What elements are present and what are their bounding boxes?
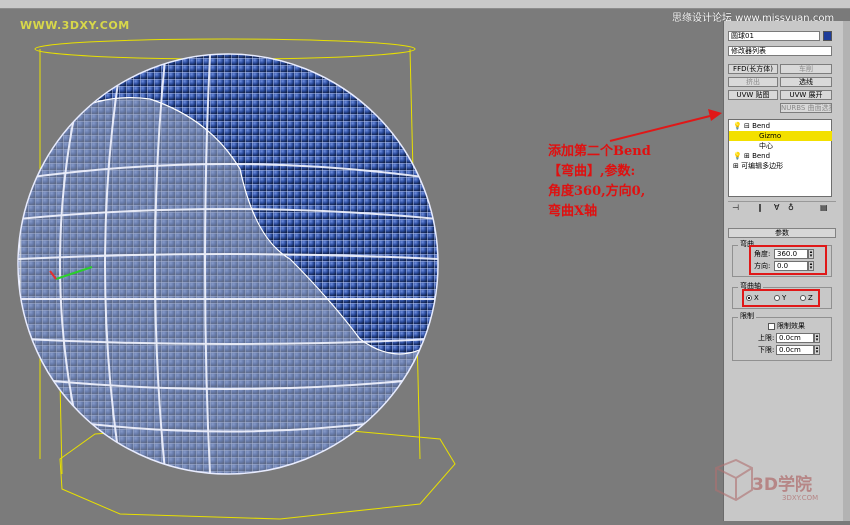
lathe-button[interactable]: 车削 xyxy=(780,64,832,74)
object-name-field[interactable]: 圆球01 xyxy=(728,31,820,41)
uvw-unwrap-button[interactable]: UVW 展开 xyxy=(780,90,832,100)
edge-select-button[interactable]: 选线 xyxy=(780,77,832,87)
extrude-button[interactable]: 挤出 xyxy=(728,77,778,87)
stack-item-bend-top[interactable]: 💡 ⊟ Bend xyxy=(729,121,832,131)
pin-stack-icon[interactable]: ⊣ xyxy=(732,203,739,212)
perspective-viewport[interactable]: WWW.3DXY.COM xyxy=(0,9,723,525)
stack-item-gizmo[interactable]: Gizmo xyxy=(729,131,832,141)
stack-item-center[interactable]: 中心 xyxy=(729,141,832,151)
light-bulb-icon[interactable]: 💡 xyxy=(733,152,742,160)
stack-item-editable-poly[interactable]: ⊞ 可编辑多边形 xyxy=(729,161,832,171)
checkbox-box xyxy=(768,322,775,330)
stack-expand-icon[interactable]: ⊞ xyxy=(744,152,750,160)
stack-item-label: Bend xyxy=(752,152,771,160)
annotation-line: 角度360,方向0, xyxy=(548,184,646,199)
panel-scrollbar[interactable] xyxy=(843,21,850,521)
modifier-list-dropdown[interactable]: 修改器列表 xyxy=(728,46,832,56)
make-unique-icon[interactable]: ∀ xyxy=(774,203,779,212)
annotation-line: 添加第二个Bend xyxy=(548,144,651,159)
site-watermark: WWW.3DXY.COM xyxy=(20,19,130,32)
params-rollout-header[interactable]: 参数 xyxy=(728,228,836,238)
axis-highlight xyxy=(742,289,820,307)
modifier-list-label: 修改器列表 xyxy=(731,47,766,55)
light-bulb-icon[interactable]: 💡 xyxy=(733,122,742,130)
object-color-swatch[interactable] xyxy=(823,31,832,41)
modifier-stack[interactable]: 💡 ⊟ Bend Gizmo 中心 💡 ⊞ Bend ⊞ 可编辑多边形 xyxy=(728,119,832,197)
stack-expand-icon[interactable]: ⊟ xyxy=(744,122,750,130)
upper-limit-label: 上限: xyxy=(758,334,775,342)
upper-spin-arrows[interactable]: ▴ ▾ xyxy=(814,333,820,343)
show-end-result-icon[interactable]: ∥ xyxy=(758,203,762,212)
checkbox-label: 限制效果 xyxy=(777,322,805,330)
remove-modifier-icon[interactable]: ♁ xyxy=(788,203,794,212)
rollout-title: 参数 xyxy=(775,229,789,237)
main-toolbar xyxy=(0,0,850,9)
stack-item-label: Bend xyxy=(752,122,771,130)
lower-limit-spinner[interactable]: 0.0cm xyxy=(776,345,814,355)
logo-text: 3D学院 xyxy=(752,475,812,495)
annotation-line: 【弯曲】,参数: xyxy=(548,164,636,179)
nurbs-select-button[interactable]: NURBS 曲面选择 xyxy=(780,103,832,113)
stack-expand-icon[interactable]: ⊞ xyxy=(733,162,739,170)
annotation-arrow xyxy=(609,109,722,142)
lower-limit-label: 下限: xyxy=(758,346,775,354)
limit-effect-checkbox[interactable]: 限制效果 xyxy=(768,321,805,331)
stack-item-label: Gizmo xyxy=(759,132,782,140)
annotation-text: 添加第二个Bend 【弯曲】,参数: 角度360,方向0, 弯曲X轴 xyxy=(548,142,718,222)
annotation-line: 弯曲X轴 xyxy=(548,204,598,219)
ffd-button[interactable]: FFD(长方体) xyxy=(728,64,778,74)
configure-sets-icon[interactable]: ▤ xyxy=(820,203,828,212)
upper-limit-spinner[interactable]: 0.0cm xyxy=(776,333,814,343)
stack-item-label: 中心 xyxy=(759,142,773,150)
params-highlight xyxy=(749,245,827,275)
limit-group-title: 限制 xyxy=(738,312,756,320)
scene-render xyxy=(17,38,722,520)
stack-toolbar: ⊣ ∥ ∀ ♁ ▤ xyxy=(728,201,836,213)
uvw-map-button[interactable]: UVW 贴图 xyxy=(728,90,778,100)
lower-spin-arrows[interactable]: ▴ ▾ xyxy=(814,345,820,355)
modify-panel: 圆球01 修改器列表 FFD(长方体) 车削 挤出 选线 UVW 贴图 UVW … xyxy=(723,21,850,521)
stack-item-label: 可编辑多边形 xyxy=(741,162,784,170)
stack-item-bend-second[interactable]: 💡 ⊞ Bend xyxy=(729,151,832,161)
logo-subtext: 3DXY.COM xyxy=(782,494,819,502)
